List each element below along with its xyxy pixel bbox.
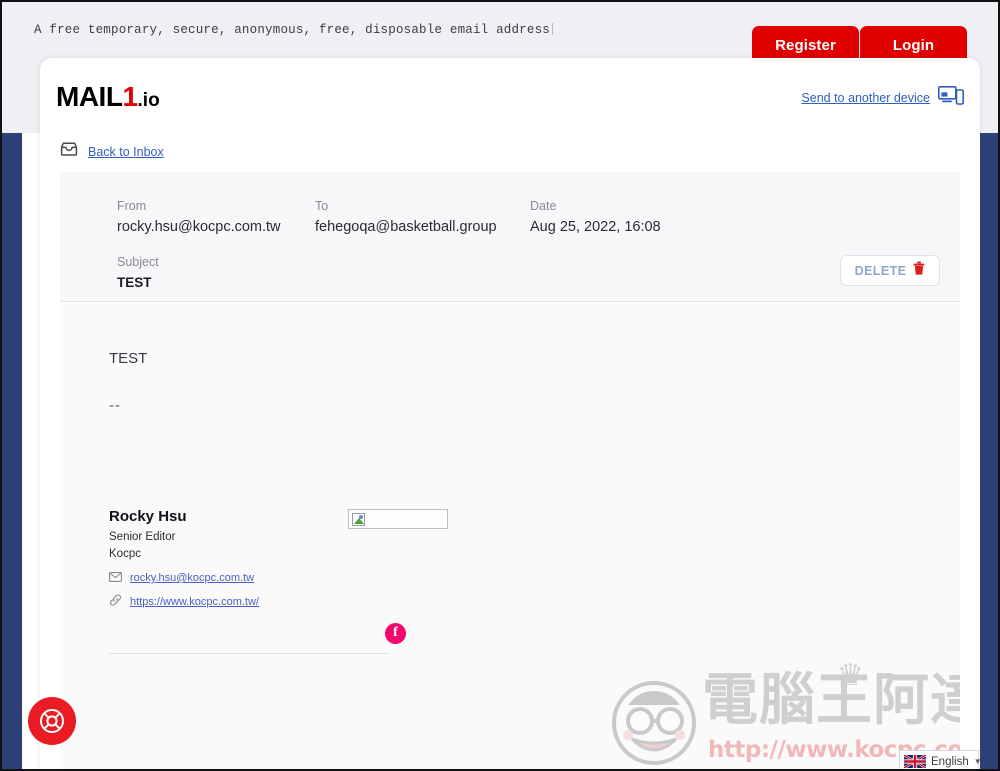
send-to-another-device-link[interactable]: Send to another device: [801, 86, 964, 110]
meta-to-label: To: [315, 199, 329, 213]
link-icon: [109, 593, 122, 611]
send-to-another-device-label: Send to another device: [801, 91, 930, 105]
signature-divider: [109, 653, 390, 654]
trash-icon: [913, 261, 925, 280]
envelope-icon: [109, 569, 122, 587]
meta-to: To fehegoqa@basketball.group: [315, 199, 497, 235]
message-body-text: TEST: [109, 350, 148, 367]
delete-button-label: DELETE: [854, 263, 907, 278]
brand-logo-tld: .io: [137, 90, 160, 111]
support-button[interactable]: [28, 697, 76, 745]
signature-email-row[interactable]: rocky.hsu@kocpc.com.tw: [109, 569, 394, 587]
lifebuoy-icon: [40, 709, 64, 733]
meta-from-value: rocky.hsu@kocpc.com.tw: [117, 219, 281, 235]
brand-logo[interactable]: MAIL1.io: [56, 81, 160, 113]
meta-date: Date Aug 25, 2022, 16:08: [530, 199, 661, 235]
meta-from-label: From: [117, 199, 147, 213]
message-body-separator: --: [109, 397, 121, 414]
brand-logo-main: MAIL: [56, 81, 123, 112]
browser-viewport: A free temporary, secure, anonymous, fre…: [0, 0, 1000, 771]
meta-date-label: Date: [530, 199, 557, 213]
meta-to-value: fehegoqa@basketball.group: [315, 219, 497, 235]
facebook-glyph: f: [393, 625, 398, 640]
meta-date-value: Aug 25, 2022, 16:08: [530, 219, 661, 235]
signature-company: Kocpc: [109, 548, 141, 560]
signature-website-link: https://www.kocpc.com.tw/: [130, 596, 259, 608]
decorative-band-right: [978, 133, 998, 769]
chevron-down-icon: ▼: [973, 757, 982, 766]
signature-broken-image: [348, 509, 448, 529]
signature-website-row[interactable]: https://www.kocpc.com.tw/: [109, 593, 394, 611]
cartoon-face-icon: [612, 681, 696, 765]
language-selector[interactable]: English ▼: [899, 750, 982, 769]
delete-button[interactable]: DELETE: [840, 255, 940, 286]
back-to-inbox-link[interactable]: Back to Inbox: [60, 142, 164, 161]
decorative-band-left: [2, 133, 22, 769]
brand-logo-one: 1: [122, 81, 138, 112]
crown-icon: ♛: [837, 659, 864, 692]
signature-email-link: rocky.hsu@kocpc.com.tw: [130, 572, 255, 584]
meta-from: From rocky.hsu@kocpc.com.tw: [117, 199, 281, 235]
broken-image-icon: [352, 512, 365, 526]
meta-subject-label: Subject: [117, 255, 159, 269]
uk-flag-icon: [904, 755, 926, 768]
facebook-icon[interactable]: f: [385, 623, 406, 644]
meta-subject: Subject TEST: [117, 255, 159, 290]
message-body: TEST -- Rocky Hsu Senior Editor Kocpc ro…: [60, 303, 960, 769]
meta-subject-value: TEST: [117, 275, 152, 290]
site-tagline: A free temporary, secure, anonymous, fre…: [34, 23, 553, 37]
language-label: English: [931, 755, 969, 768]
message-header-panel: From rocky.hsu@kocpc.com.tw To fehegoqa@…: [60, 172, 960, 302]
signature-title: Senior Editor: [109, 531, 176, 543]
back-to-inbox-label: Back to Inbox: [88, 144, 164, 159]
watermark-text: 電腦王阿達: [702, 668, 960, 733]
inbox-icon: [60, 142, 78, 161]
app-card: MAIL1.io Send to another device Back to …: [40, 58, 980, 769]
devices-icon: [938, 86, 964, 110]
